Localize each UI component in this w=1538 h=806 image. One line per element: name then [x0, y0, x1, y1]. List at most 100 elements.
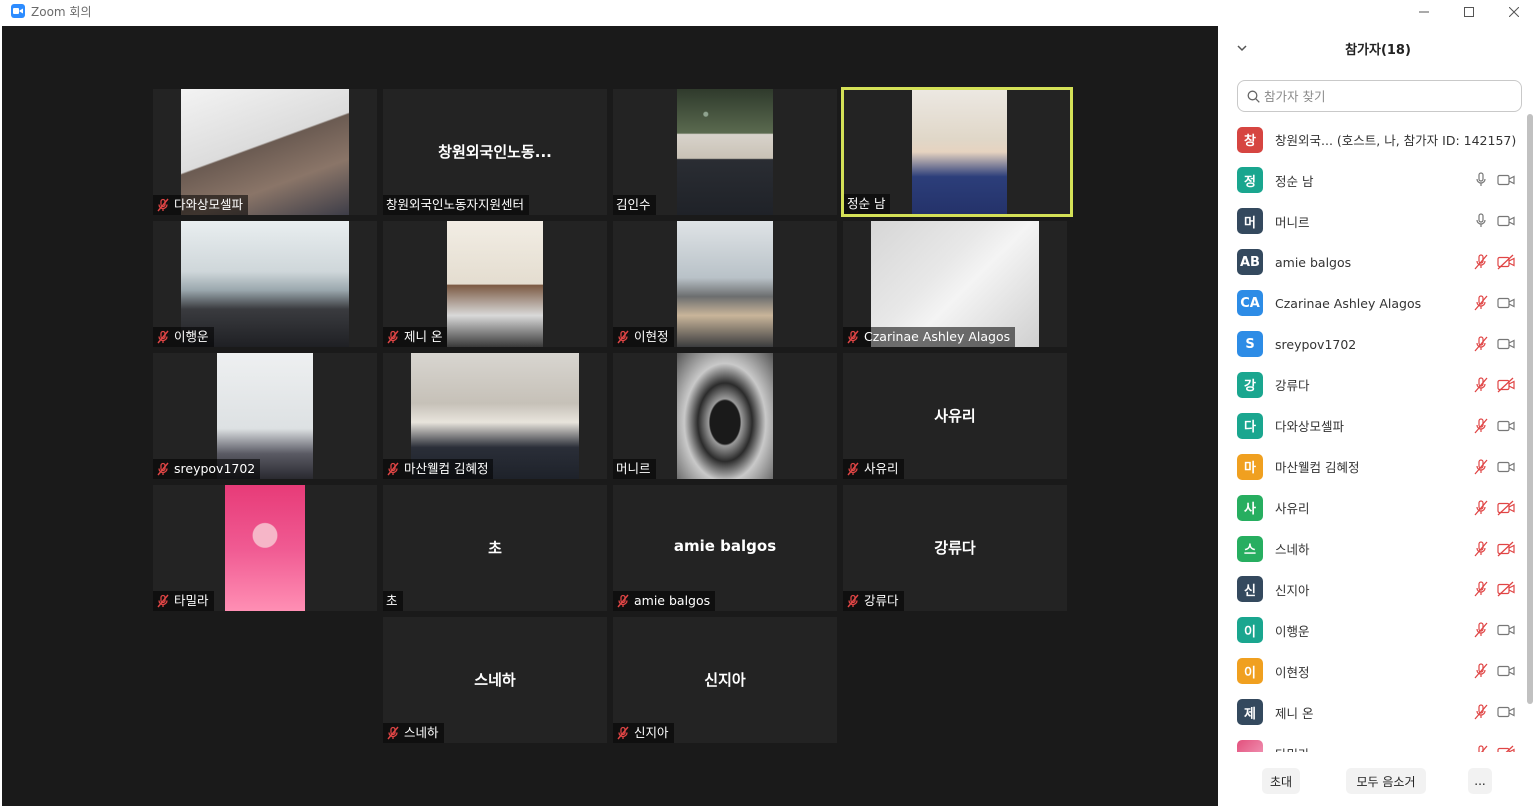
mic-muted-icon[interactable]	[1472, 663, 1490, 679]
mic-muted-icon[interactable]	[1472, 745, 1490, 752]
video-tile[interactable]: 다와상모셀파	[153, 89, 377, 215]
video-tile[interactable]: 정순 남	[841, 87, 1073, 217]
participant-row[interactable]: 머 머니르	[1218, 201, 1526, 242]
mic-muted-icon[interactable]	[1472, 540, 1490, 557]
video-tile[interactable]: Czarinae Ashley Alagos	[843, 221, 1067, 347]
participant-row[interactable]: 신 신지아	[1218, 569, 1526, 610]
mic-muted-icon[interactable]	[1472, 254, 1490, 270]
camera-off-icon[interactable]	[1497, 500, 1515, 516]
minimize-button[interactable]	[1402, 0, 1446, 24]
participant-row[interactable]: 제 제니 온	[1218, 692, 1526, 733]
camera-off-icon[interactable]	[1497, 581, 1515, 597]
mic-muted-icon[interactable]	[1472, 336, 1490, 352]
camera-icon[interactable]	[1497, 704, 1515, 720]
participant-video	[677, 353, 773, 479]
participant-name: 사유리	[1275, 501, 1310, 517]
tile-name-label: 사유리	[843, 459, 904, 479]
mic-icon[interactable]	[1472, 213, 1490, 229]
maximize-button[interactable]	[1447, 0, 1491, 24]
mic-muted-icon	[157, 594, 169, 608]
participant-list: 창 창원외국... (호스트, 나, 참가자 ID: 142157) 정 정순 남머머…	[1218, 116, 1526, 752]
camera-off-icon[interactable]	[1497, 745, 1515, 752]
tile-name-label: 머니르	[613, 459, 656, 479]
camera-off-icon[interactable]	[1497, 377, 1515, 393]
participant-row[interactable]: 사 사유리	[1218, 487, 1526, 528]
tile-display-name: 신지아	[704, 671, 746, 689]
invite-button[interactable]: 초대	[1262, 768, 1300, 794]
participant-row[interactable]: CA Czarinae Ashley Alagos	[1218, 283, 1526, 324]
video-tile[interactable]: 강류다 강류다	[843, 485, 1067, 611]
mic-muted-icon[interactable]	[1472, 459, 1490, 475]
mic-muted-icon	[157, 198, 169, 212]
participant-name: 스네하	[1275, 542, 1310, 557]
participant-name: 창원외국... (호스트, 나, 참가자 ID: 142157)	[1275, 133, 1517, 148]
camera-icon[interactable]	[1497, 418, 1515, 434]
video-tile[interactable]: 이행운	[153, 221, 377, 347]
video-tile[interactable]: 이현정	[613, 221, 837, 347]
video-tile[interactable]: 김인수	[613, 89, 837, 215]
participant-search[interactable]	[1237, 80, 1522, 112]
avatar: CA	[1237, 290, 1263, 317]
video-tile[interactable]: 제니 온	[383, 221, 607, 347]
participant-list-scrollbar[interactable]	[1526, 114, 1534, 756]
participant-row[interactable]: 타밀라	[1218, 733, 1526, 753]
scroll-thumb[interactable]	[1527, 114, 1533, 704]
mic-muted-icon	[387, 330, 399, 344]
mic-muted-icon[interactable]	[1472, 499, 1490, 516]
participant-row[interactable]: AB amie balgos	[1218, 242, 1526, 283]
camera-off-icon[interactable]	[1497, 254, 1515, 270]
video-tile[interactable]: 신지아 신지아	[613, 617, 837, 743]
search-input[interactable]	[1264, 85, 1514, 107]
avatar: 이	[1237, 658, 1263, 685]
mic-muted-icon	[157, 330, 169, 344]
camera-icon[interactable]	[1497, 663, 1515, 679]
video-tile[interactable]: amie balgos amie balgos	[613, 485, 837, 611]
tile-name-label: 이현정	[613, 327, 674, 347]
mic-muted-icon[interactable]	[1472, 581, 1490, 597]
participant-name: 타밀라	[1275, 744, 1310, 753]
participant-video	[225, 485, 305, 611]
camera-icon[interactable]	[1497, 336, 1515, 352]
mic-muted-icon[interactable]	[1472, 704, 1490, 720]
video-tile[interactable]: 초초	[383, 485, 607, 611]
video-tile[interactable]: 마산웰컴 김혜정	[383, 353, 607, 479]
participant-row[interactable]: 마 마산웰컴 김혜정	[1218, 446, 1526, 487]
participant-row[interactable]: 이 이현정	[1218, 651, 1526, 692]
participant-row[interactable]: 다 다와상모셀파	[1218, 405, 1526, 446]
participant-name: 정순 남	[1275, 173, 1314, 189]
mic-icon[interactable]	[1472, 172, 1490, 188]
participant-row[interactable]: 정 정순 남	[1218, 160, 1526, 201]
participant-row[interactable]: 이 이행운	[1218, 610, 1526, 651]
video-tile[interactable]: 사유리 사유리	[843, 353, 1067, 479]
video-tile[interactable]: sreypov1702	[153, 353, 377, 479]
video-tile[interactable]: 타밀라	[153, 485, 377, 611]
mic-muted-icon[interactable]	[1472, 295, 1490, 311]
mute-all-button[interactable]: 모두 음소거	[1346, 768, 1426, 794]
avatar: 마	[1237, 453, 1263, 480]
participant-name: 이현정	[1275, 664, 1310, 680]
camera-icon[interactable]	[1497, 172, 1515, 188]
camera-icon[interactable]	[1497, 295, 1515, 311]
participant-row[interactable]: 스 스네하	[1218, 528, 1526, 569]
tile-name-label: 스네하	[383, 723, 444, 743]
more-options-button[interactable]: ...	[1468, 768, 1492, 794]
camera-icon[interactable]	[1497, 622, 1515, 638]
video-tile[interactable]: 머니르	[613, 353, 837, 479]
mic-muted-icon[interactable]	[1472, 377, 1490, 393]
maximize-icon	[1464, 7, 1474, 17]
video-tile[interactable]: 스네하 스네하	[383, 617, 607, 743]
participant-name: 머니르	[1275, 214, 1310, 230]
camera-icon[interactable]	[1497, 213, 1515, 229]
participant-row[interactable]: Ssreypov1702	[1218, 324, 1526, 365]
mic-muted-icon[interactable]	[1472, 622, 1490, 638]
camera-off-icon[interactable]	[1497, 541, 1515, 557]
participant-name: 마산웰컴 김혜정	[1275, 460, 1360, 476]
tile-name-text: 이행운	[174, 329, 209, 344]
mic-muted-icon	[617, 726, 629, 740]
participant-row[interactable]: 창 창원외국... (호스트, 나, 참가자 ID: 142157)	[1218, 119, 1526, 160]
participant-row[interactable]: 강 강류다	[1218, 364, 1526, 405]
close-button[interactable]	[1492, 0, 1536, 24]
video-tile[interactable]: 창원외국인노동... 창원외국인노동자지원센터	[383, 89, 607, 215]
camera-icon[interactable]	[1497, 459, 1515, 475]
mic-muted-icon[interactable]	[1472, 418, 1490, 434]
